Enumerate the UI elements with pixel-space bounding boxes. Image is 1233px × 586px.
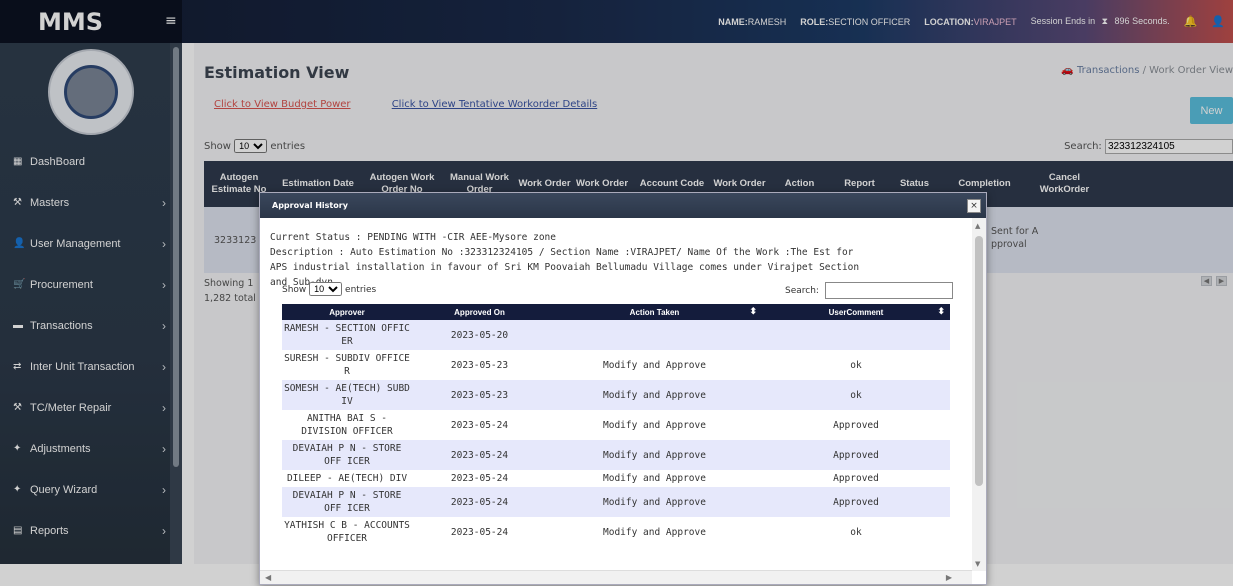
scroll-down-icon[interactable]: ▼ [975,560,980,568]
modal-entries-select[interactable]: 10 [309,282,343,296]
table-row[interactable]: SURESH - SUBDIV OFFICE R 2023-05-23 Modify… [282,350,950,380]
action-taken-cell: Modify and Approve [547,487,762,517]
modal-search-input[interactable] [824,282,953,299]
approved-on-cell: 2023-05-24 [412,410,547,440]
table-row[interactable]: DILEEP - AE(TECH) DIV 2023-05-24 Modify an… [282,470,950,487]
approved-on-cell: 2023-05-24 [412,440,547,470]
modal-horizontal-scrollbar[interactable]: ◀ ▶ [260,570,972,584]
action-taken-cell: Modify and Approve [547,440,762,470]
approved-on-cell: 2023-05-23 [412,350,547,380]
sort-icon: ⬍ [749,306,757,316]
user-comment-cell: ok [762,517,950,547]
user-comment-cell: Approved [762,410,950,440]
approved-on-cell: 2023-05-23 [412,380,547,410]
table-row[interactable]: DEVAIAH P N - STORE OFF ICER 2023-05-24 Mo… [282,440,950,470]
action-taken-cell: Modify and Approve [547,517,762,547]
modal-show-entries: Show 10 entries [282,282,376,296]
table-row[interactable]: RAMESH - SECTION OFFIC ER 2023-05-20 [282,320,950,350]
action-taken-cell: Modify and Approve [547,410,762,440]
close-icon[interactable]: × [967,199,981,213]
approved-on-cell: 2023-05-24 [412,517,547,547]
approved-on-cell: 2023-05-24 [412,470,547,487]
table-row[interactable]: ANITHA BAI S - DIVISION OFFICER 2023-05-2… [282,410,950,440]
modal-vertical-scrollbar[interactable]: ▲ ▼ [972,218,986,571]
sort-icon: ⬍ [937,306,945,316]
approval-table: Approver Approved On Action Taken ⬍ UserC… [282,304,950,547]
action-taken-cell: Modify and Approve [547,380,762,410]
table-row[interactable]: DEVAIAH P N - STORE OFF ICER 2023-05-24 Mo… [282,487,950,517]
col-approved-on[interactable]: Approved On [412,304,547,320]
scroll-right-icon[interactable]: ▶ [946,573,952,582]
action-taken-cell: Modify and Approve [547,350,762,380]
approved-on-cell: 2023-05-24 [412,487,547,517]
user-comment-cell: ok [762,380,950,410]
approver-cell: DEVAIAH P N - STORE OFF ICER [282,487,412,517]
approval-history-modal: Approval History × Current Status : PEND… [259,192,987,585]
approval-status: Current Status : PENDING WITH -CIR AEE-M… [270,230,870,290]
modal-search: Search: [785,282,953,299]
modal-title: Approval History [272,201,348,210]
approver-cell: SURESH - SUBDIV OFFICE R [282,350,412,380]
scroll-up-icon[interactable]: ▲ [975,222,980,230]
current-status: Current Status : PENDING WITH -CIR AEE-M… [270,232,556,243]
scroll-left-icon[interactable]: ◀ [265,573,271,582]
approver-cell: SOMESH - AE(TECH) SUBD IV [282,380,412,410]
col-user-comment[interactable]: UserComment ⬍ [762,304,950,320]
action-taken-cell: Modify and Approve [547,470,762,487]
user-comment-cell: Approved [762,470,950,487]
approver-cell: RAMESH - SECTION OFFIC ER [282,320,412,350]
approved-on-cell: 2023-05-20 [412,320,547,350]
modal-body: Current Status : PENDING WITH -CIR AEE-M… [260,218,972,571]
col-action-taken[interactable]: Action Taken ⬍ [547,304,762,320]
action-taken-cell [547,320,762,350]
approver-cell: DEVAIAH P N - STORE OFF ICER [282,440,412,470]
approver-cell: ANITHA BAI S - DIVISION OFFICER [282,410,412,440]
user-comment-cell: Approved [762,440,950,470]
col-approver[interactable]: Approver [282,304,412,320]
user-comment-cell [762,320,950,350]
user-comment-cell: Approved [762,487,950,517]
user-comment-cell: ok [762,350,950,380]
modal-header: Approval History × [260,193,986,218]
approver-cell: DILEEP - AE(TECH) DIV [282,470,412,487]
approver-cell: YATHISH C B - ACCOUNTS OFFICER [282,517,412,547]
table-row[interactable]: SOMESH - AE(TECH) SUBD IV 2023-05-23 Modif… [282,380,950,410]
table-row[interactable]: YATHISH C B - ACCOUNTS OFFICER 2023-05-24… [282,517,950,547]
